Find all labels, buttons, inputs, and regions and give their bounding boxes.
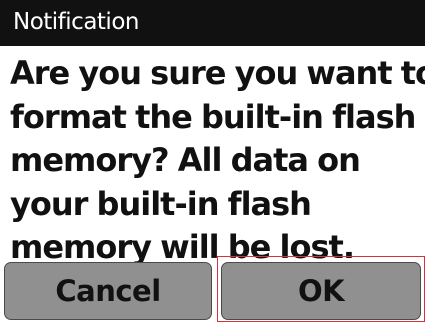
cancel-button[interactable]: Cancel [4,262,212,320]
dialog-title: Notification [13,9,139,35]
ok-button-label: OK [297,274,345,308]
ok-button[interactable]: OK [221,262,421,320]
message-line: Are you sure you want to [10,54,425,92]
dialog-message: Are you sure you want to format the buil… [10,52,425,270]
message-line: format the built-in flash [10,97,416,136]
message-line: your built-in flash [10,184,312,223]
dialog-titlebar: Notification [0,0,425,46]
message-line: memory? All data on [10,141,361,179]
cancel-button-label: Cancel [55,274,161,308]
